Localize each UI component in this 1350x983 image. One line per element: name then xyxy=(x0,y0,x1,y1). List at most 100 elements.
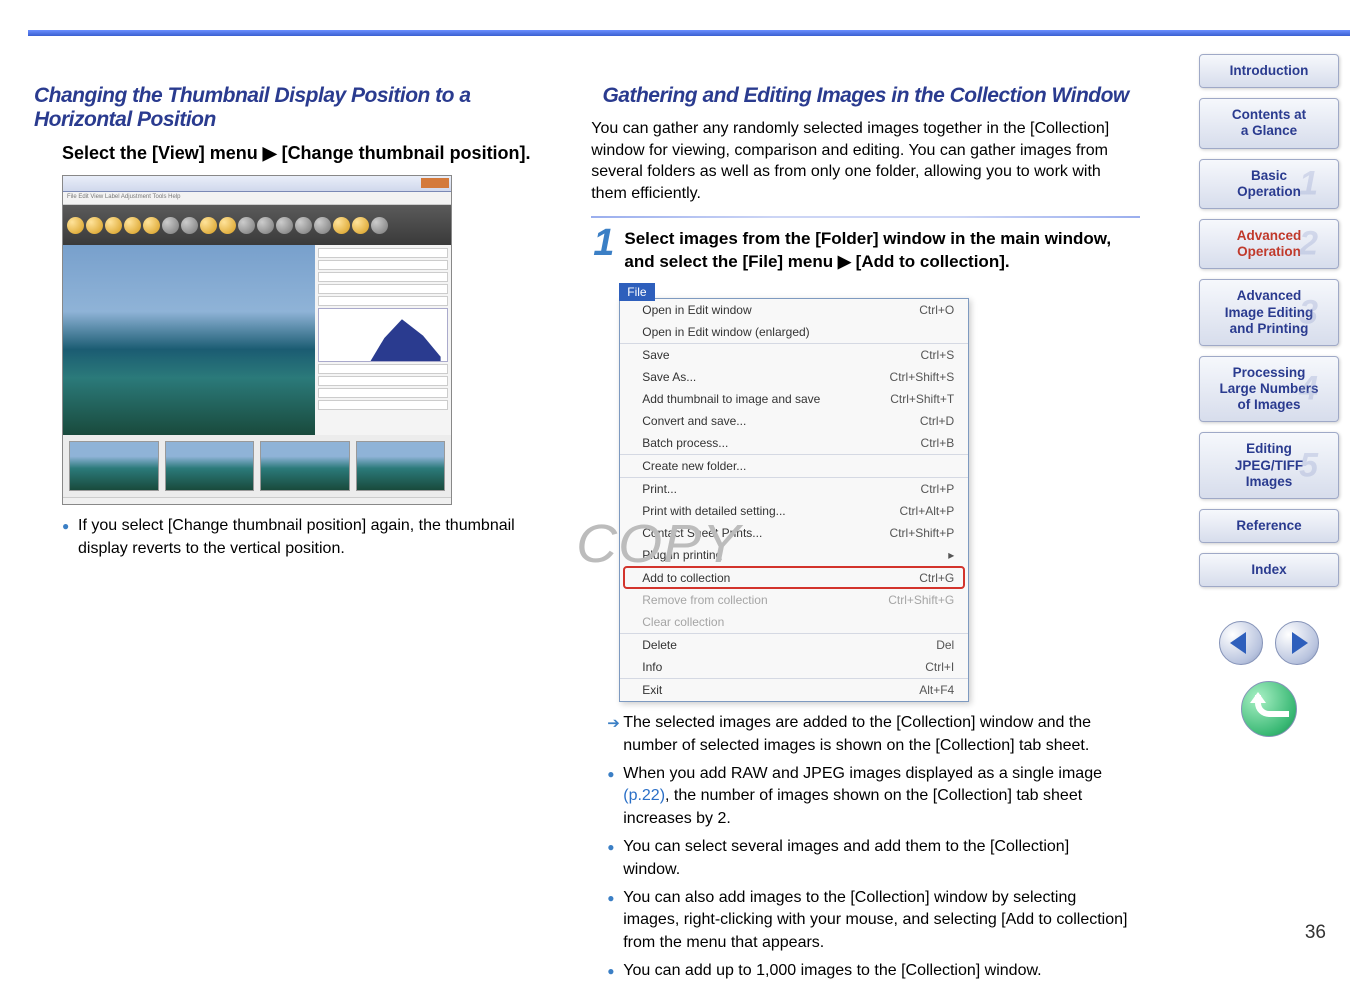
app-screenshot: File Edit View Label Adjustment Tools He… xyxy=(62,175,452,505)
menu-item[interactable]: Open in Edit window (enlarged) xyxy=(620,321,968,343)
nav-button[interactable]: Introduction xyxy=(1199,54,1339,88)
menu-item-shortcut: Ctrl+Alt+P xyxy=(900,504,955,518)
thumbnail-image xyxy=(260,441,350,491)
toolbar-button-icon xyxy=(276,217,293,234)
window-menubar: File Edit View Label Adjustment Tools He… xyxy=(63,192,451,205)
nav-button[interactable]: BasicOperation1 xyxy=(1199,159,1339,209)
bullet-note: When you add RAW and JPEG images display… xyxy=(607,763,1130,830)
menu-item-label: Print... xyxy=(642,482,677,496)
menu-item-shortcut: Ctrl+S xyxy=(921,348,955,362)
menu-item[interactable]: DeleteDel xyxy=(620,633,968,656)
adjustment-panel xyxy=(315,245,451,435)
menu-item[interactable]: Batch process... Ctrl+B xyxy=(620,432,968,454)
menu-item-label: Open in Edit window xyxy=(642,303,751,317)
file-menu: File Open in Edit windowCtrl+OOpen in Ed… xyxy=(619,298,969,702)
menu-item[interactable]: Add to collectionCtrl+G xyxy=(623,566,965,589)
toolbar-button-icon xyxy=(295,217,312,234)
menu-item-shortcut: Ctrl+G xyxy=(919,571,954,585)
menu-item-label: Remove from collection xyxy=(642,593,767,607)
divider xyxy=(591,216,1140,218)
toolbar-button-icon xyxy=(124,217,141,234)
toolbar-button-icon xyxy=(219,217,236,234)
menu-item-shortcut: Alt+F4 xyxy=(919,683,954,697)
nav-button[interactable]: Reference xyxy=(1199,509,1339,543)
toolbar-button-icon xyxy=(200,217,217,234)
menu-item[interactable]: InfoCtrl+I xyxy=(620,656,968,678)
page-link[interactable]: (p.22) xyxy=(623,787,665,804)
chapter-number-ghost: 4 xyxy=(1299,369,1318,410)
window-toolbar xyxy=(63,205,451,245)
toolbar-button-icon xyxy=(257,217,274,234)
menu-item-label: Save As... xyxy=(642,370,696,384)
menu-item-shortcut: Ctrl+P xyxy=(921,482,955,496)
nav-button[interactable]: AdvancedImage Editingand Printing3 xyxy=(1199,279,1339,346)
menu-item[interactable]: Convert and save...Ctrl+D xyxy=(620,410,968,432)
menu-item[interactable]: Add thumbnail to image and save Ctrl+Shif… xyxy=(620,388,968,410)
menu-item-shortcut: Ctrl+Shift+S xyxy=(890,370,955,384)
toolbar-button-icon xyxy=(181,217,198,234)
nav-button[interactable]: AdvancedOperation2 xyxy=(1199,219,1339,269)
page-content: Changing the Thumbnail Display Position … xyxy=(0,44,1170,983)
menu-item[interactable]: Print with detailed setting... Ctrl+Alt+P xyxy=(620,500,968,522)
page-nav-controls xyxy=(1219,621,1319,665)
toolbar-button-icon xyxy=(333,217,350,234)
menu-item[interactable]: Contact Sheet Prints... Ctrl+Shift+P xyxy=(620,522,968,544)
nav-button[interactable]: Contents ata Glance xyxy=(1199,98,1339,148)
prev-page-button[interactable] xyxy=(1219,621,1263,665)
toolbar-button-icon xyxy=(67,217,84,234)
menu-item-shortcut: Ctrl+Shift+G xyxy=(888,593,954,607)
menu-item-label: Print with detailed setting... xyxy=(642,504,785,518)
menu-item[interactable]: Exit Alt+F4 xyxy=(620,678,968,701)
menu-item[interactable]: SaveCtrl+S xyxy=(620,343,968,366)
menu-item-label: Exit xyxy=(642,683,662,697)
back-button[interactable] xyxy=(1241,681,1297,737)
menu-item[interactable]: Plug-in printing xyxy=(620,544,968,566)
menu-item-shortcut: Ctrl+B xyxy=(921,436,955,450)
toolbar-button-icon xyxy=(371,217,388,234)
menu-item-shortcut: Ctrl+Shift+P xyxy=(890,526,955,540)
chapter-number-ghost: 2 xyxy=(1299,224,1318,265)
menu-item-label: Plug-in printing xyxy=(642,548,722,562)
thumbnail-image xyxy=(165,441,255,491)
menu-item-label: Contact Sheet Prints... xyxy=(642,526,762,540)
left-note: If you select [Change thumbnail position… xyxy=(62,515,551,560)
top-accent-bar xyxy=(28,30,1350,36)
toolbar-button-icon xyxy=(162,217,179,234)
chapter-number-ghost: 1 xyxy=(1299,163,1318,204)
toolbar-button-icon xyxy=(105,217,122,234)
left-section-title: Changing the Thumbnail Display Position … xyxy=(34,84,561,132)
menu-item[interactable]: Clear collection xyxy=(620,611,968,633)
nav-button[interactable]: EditingJPEG/TIFFImages5 xyxy=(1199,432,1339,499)
toolbar-button-icon xyxy=(86,217,103,234)
menu-item[interactable]: Save As... Ctrl+Shift+S xyxy=(620,366,968,388)
toolbar-button-icon xyxy=(143,217,160,234)
step-1: 1 Select images from the [Folder] window… xyxy=(591,228,1140,274)
toolbar-button-icon xyxy=(352,217,369,234)
menu-item[interactable]: Open in Edit windowCtrl+O xyxy=(620,299,968,321)
next-page-button[interactable] xyxy=(1275,621,1319,665)
menu-item-shortcut: Ctrl+Shift+T xyxy=(890,392,954,406)
menu-item-shortcut: Del xyxy=(936,638,954,652)
menu-item-label: Open in Edit window (enlarged) xyxy=(642,325,809,339)
file-menu-tab: File xyxy=(619,283,654,301)
toolbar-button-icon xyxy=(314,217,331,234)
menu-item[interactable]: Create new folder... xyxy=(620,454,968,477)
chapter-number-ghost: 5 xyxy=(1299,445,1318,486)
menu-item-shortcut: Ctrl+D xyxy=(920,414,954,428)
nav-button[interactable]: Index xyxy=(1199,553,1339,587)
menu-item[interactable]: Print... Ctrl+P xyxy=(620,477,968,500)
histogram xyxy=(318,308,448,362)
thumbnail-image xyxy=(356,441,446,491)
bullet-note: You can add up to 1,000 images to the [C… xyxy=(607,960,1130,982)
side-navigation: Introduction Contents ata Glance BasicOper… xyxy=(1194,54,1344,737)
thumbnail-strip xyxy=(63,435,451,497)
chapter-number-ghost: 3 xyxy=(1299,292,1318,333)
menu-item-label: Add thumbnail to image and save xyxy=(642,392,820,406)
bullet-note: You can also add images to the [Collecti… xyxy=(607,887,1130,954)
nav-button[interactable]: ProcessingLarge Numbersof Images4 xyxy=(1199,356,1339,423)
menu-item[interactable]: Remove from collection Ctrl+Shift+G xyxy=(620,589,968,611)
right-intro: You can gather any randomly selected ima… xyxy=(591,118,1140,204)
preview-image xyxy=(63,245,315,435)
menu-item-label: Batch process... xyxy=(642,436,728,450)
window-statusbar xyxy=(63,497,451,505)
